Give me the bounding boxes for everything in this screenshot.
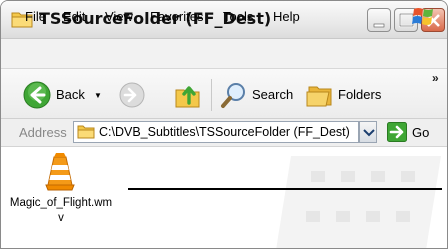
address-path[interactable]: C:\DVB_Subtitles\TSSourceFolder (FF_Dest…: [99, 125, 350, 139]
windows-logo-icon: [412, 8, 433, 25]
address-dropdown-button[interactable]: [359, 121, 377, 143]
explorer-window: TSSourceFolder (FF_Dest) File Edit View …: [0, 0, 448, 249]
background-watermark: [276, 156, 441, 248]
address-label: Address: [19, 125, 67, 140]
menu-file[interactable]: File: [25, 9, 46, 24]
file-name-label[interactable]: Magic_of_Flight.wmv: [9, 196, 113, 226]
minimize-icon: [373, 23, 385, 28]
toolbar-overflow-chevron[interactable]: »: [432, 71, 439, 85]
menu-tools[interactable]: Tools: [223, 9, 253, 24]
vlc-cone-icon[interactable]: [43, 151, 77, 191]
folder-icon: [77, 125, 95, 139]
menu-edit[interactable]: Edit: [63, 9, 85, 24]
menu-bar: [1, 39, 447, 69]
back-arrow-icon[interactable]: [23, 81, 51, 109]
go-arrow-icon[interactable]: [387, 122, 407, 142]
search-icon[interactable]: [219, 80, 249, 110]
forward-arrow-icon[interactable]: [119, 82, 145, 108]
menu-favorites[interactable]: Favorites: [150, 9, 203, 24]
menu-view[interactable]: View: [105, 9, 133, 24]
back-button-label[interactable]: Back: [56, 87, 85, 102]
chevron-down-icon: [363, 129, 375, 137]
toolbar-separator: [211, 79, 212, 111]
up-folder-icon[interactable]: [173, 81, 203, 109]
folders-icon[interactable]: [305, 81, 335, 109]
go-button-label[interactable]: Go: [412, 125, 429, 140]
back-dropdown-icon[interactable]: ▼: [94, 91, 102, 100]
menu-help[interactable]: Help: [273, 9, 300, 24]
folders-button-label[interactable]: Folders: [338, 87, 381, 102]
search-button-label[interactable]: Search: [252, 87, 293, 102]
drag-insertion-line: [128, 188, 442, 190]
minimize-button[interactable]: [367, 8, 391, 32]
